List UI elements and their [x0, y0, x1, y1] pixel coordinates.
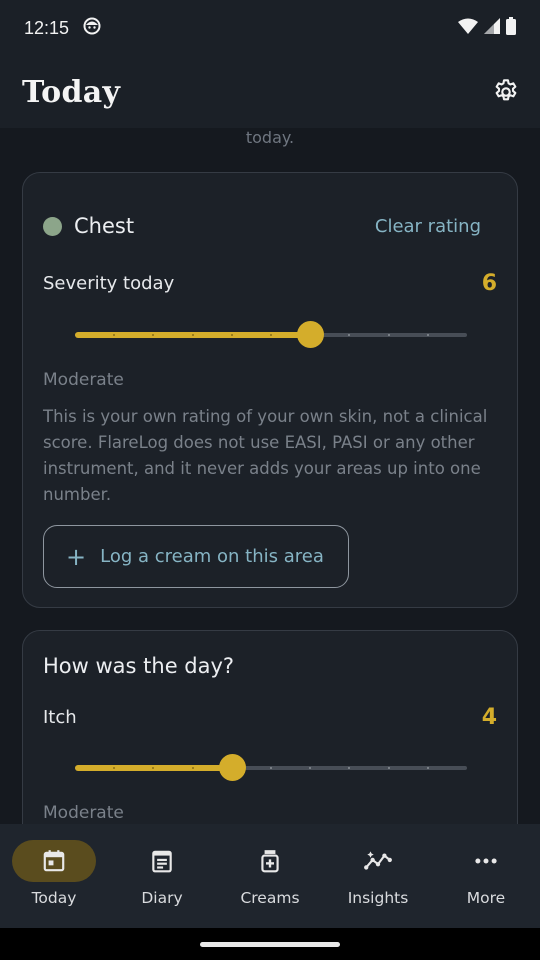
area-card: Chest Clear rating Severity today 6 Mode…: [22, 172, 518, 608]
day-card: How was the day? Itch 4 Moderate: [22, 630, 518, 824]
log-cream-button[interactable]: + Log a cream on this area: [43, 525, 349, 588]
nav-label-today: Today: [31, 889, 77, 907]
slider-thumb[interactable]: [218, 754, 246, 781]
nav-item-creams[interactable]: Creams: [216, 840, 324, 907]
severity-slider[interactable]: [75, 320, 467, 350]
insights-icon: [364, 851, 392, 870]
calendar-today-icon: [43, 850, 65, 872]
slider-tick: [426, 334, 429, 336]
log-cream-label: Log a cream on this area: [100, 546, 324, 567]
gear-icon: [495, 79, 517, 101]
itch-level-text: Moderate: [43, 803, 124, 823]
previous-text-fragment: today.: [245, 128, 295, 147]
status-time: 12:15: [24, 17, 70, 38]
slider-tick: [387, 334, 390, 336]
severity-label: Severity today: [43, 273, 175, 294]
cell-signal-icon: [484, 18, 500, 38]
more-dots-icon: [475, 858, 497, 864]
area-header: Chest Clear rating: [43, 211, 481, 241]
slider-tick: [270, 767, 272, 769]
nav-label-diary: Diary: [141, 889, 183, 907]
cream-tube-icon: [261, 850, 279, 873]
nav-item-insights[interactable]: Insights: [324, 840, 432, 907]
system-gesture-area: [0, 928, 540, 960]
slider-tick: [191, 767, 194, 769]
plus-icon: +: [66, 542, 87, 571]
clear-rating-button[interactable]: Clear rating: [375, 216, 481, 237]
itch-value: 4: [481, 705, 497, 730]
slider-thumb[interactable]: [297, 321, 325, 348]
severity-value: 6: [481, 271, 497, 296]
nav-label-more: More: [466, 889, 506, 907]
nav-item-today[interactable]: Today: [0, 840, 108, 907]
day-card-title: How was the day?: [43, 654, 235, 678]
main-content[interactable]: today. Chest Clear rating Severity today…: [0, 128, 540, 824]
rating-disclaimer: This is your own rating of your own skin…: [43, 407, 488, 504]
gesture-handle[interactable]: [200, 942, 340, 947]
area-name: Chest: [74, 214, 135, 238]
nav-item-diary[interactable]: Diary: [108, 840, 216, 907]
nav-label-creams: Creams: [240, 889, 300, 907]
diary-icon: [152, 850, 172, 873]
top-app-bar: Today: [0, 56, 540, 128]
slider-tick: [230, 334, 233, 336]
app-notification-icon: [83, 17, 101, 39]
slider-tick: [387, 767, 390, 769]
slider-tick: [191, 334, 194, 336]
settings-button[interactable]: [490, 76, 522, 108]
status-bar: 12:15: [0, 0, 540, 56]
area-color-dot: [43, 216, 62, 236]
battery-icon: [506, 17, 516, 39]
nav-item-more[interactable]: More: [432, 840, 540, 907]
nav-label-insights: Insights: [347, 889, 409, 907]
itch-slider[interactable]: [75, 753, 467, 783]
slider-tick: [426, 767, 429, 769]
wifi-icon: [458, 18, 478, 38]
slider-tick: [270, 334, 272, 336]
itch-label: Itch: [43, 707, 77, 728]
severity-level-text: Moderate: [43, 370, 124, 390]
bottom-navigation: Today Diary Creams Insights More: [0, 824, 540, 928]
page-title: Today: [22, 74, 121, 110]
